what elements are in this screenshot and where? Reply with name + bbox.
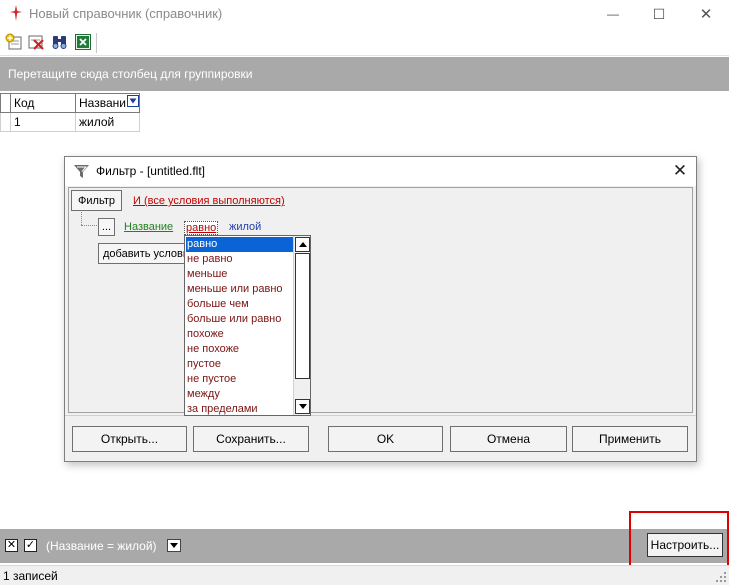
group-by-panel[interactable]: Перетащите сюда столбец для группировки: [0, 57, 729, 91]
condition-menu-label: ...: [101, 221, 112, 233]
operator-option[interactable]: меньше или равно: [186, 282, 294, 297]
status-bar: 1 записей: [0, 565, 729, 585]
operator-option[interactable]: не равно: [186, 252, 294, 267]
close-button[interactable]: ✕: [683, 0, 729, 28]
root-condition-link[interactable]: И (все условия выполняются): [133, 195, 285, 207]
operator-option[interactable]: больше чем: [186, 297, 294, 312]
filter-root-button[interactable]: Фильтр: [71, 190, 122, 211]
ok-button[interactable]: OK: [328, 426, 443, 452]
close-icon: ✕: [6, 539, 17, 551]
column-header-code-label: Код: [14, 96, 35, 110]
record-count: 1 записей: [3, 569, 58, 583]
dialog-close-button[interactable]: ✕: [668, 159, 692, 183]
open-button[interactable]: Открыть...: [72, 426, 187, 452]
toolbar-separator: [96, 33, 97, 53]
operator-option[interactable]: пустое: [186, 357, 294, 372]
maximize-icon: ☐: [652, 5, 666, 22]
open-button-label: Открыть...: [100, 432, 159, 446]
minimize-button[interactable]: —: [590, 0, 636, 28]
toolbar: [0, 29, 729, 56]
condition-value[interactable]: жилой: [229, 221, 261, 233]
operator-option[interactable]: больше или равно: [186, 312, 294, 327]
operator-option[interactable]: не похоже: [186, 342, 294, 357]
operator-dropdown-list[interactable]: равно не равно меньше меньше или равно больш…: [184, 235, 311, 416]
save-button[interactable]: Сохранить...: [193, 426, 309, 452]
filter-dialog: Фильтр - [untitled.flt] ✕ Фильтр И (все …: [64, 156, 697, 462]
group-by-hint: Перетащите сюда столбец для группировки: [8, 67, 253, 81]
scroll-thumb[interactable]: [295, 253, 310, 379]
filter-enabled-checkbox[interactable]: ✓: [24, 539, 37, 552]
table-row-cell-code[interactable]: 1: [11, 113, 76, 132]
clear-filter-button[interactable]: ✕: [5, 539, 18, 552]
save-button-label: Сохранить...: [216, 432, 286, 446]
ok-button-label: OK: [376, 432, 395, 446]
operator-option[interactable]: меньше: [186, 267, 294, 282]
active-filter-bar: ✕ ✓ (Название = жилой): [0, 529, 729, 563]
column-header-name[interactable]: Названи: [75, 93, 140, 113]
cancel-button-label: Отмена: [486, 432, 531, 446]
window-titlebar: Новый справочник (справочник) — ☐ ✕: [0, 0, 729, 28]
add-record-icon[interactable]: [5, 33, 23, 51]
filter-expression[interactable]: (Название = жилой): [46, 539, 157, 553]
find-icon[interactable]: [51, 33, 69, 51]
tree-connector: [81, 212, 82, 225]
check-icon: ✓: [25, 539, 36, 551]
apply-button-label: Применить: [598, 432, 661, 446]
resize-grip-icon[interactable]: [716, 572, 727, 583]
condition-menu-button[interactable]: ...: [98, 218, 115, 236]
table-row-cell-name[interactable]: жилой: [76, 113, 140, 132]
tree-connector-branch: [81, 225, 97, 226]
chevron-down-icon: [170, 543, 178, 548]
close-icon: ✕: [699, 6, 713, 23]
dialog-titlebar: Фильтр - [untitled.flt] ✕: [65, 157, 696, 186]
maximize-button[interactable]: ☐: [636, 0, 682, 28]
filter-history-dropdown[interactable]: [167, 539, 181, 552]
add-condition-label: добавить условие: [103, 247, 186, 260]
window-title: Новый справочник (справочник): [29, 6, 223, 21]
delete-record-icon[interactable]: [27, 33, 45, 51]
operator-option[interactable]: похоже: [186, 327, 294, 342]
highlight-frame: [629, 511, 729, 571]
dialog-divider: [65, 415, 696, 416]
cancel-button[interactable]: Отмена: [450, 426, 567, 452]
filter-condition-tree: Фильтр И (все условия выполняются) ... Н…: [68, 187, 693, 413]
filter-root-label: Фильтр: [78, 194, 115, 207]
app-icon: [10, 5, 22, 21]
minimize-icon: —: [607, 7, 619, 21]
condition-operator-link[interactable]: равно: [184, 221, 219, 235]
add-condition-button[interactable]: добавить условие: [98, 243, 186, 264]
operator-option[interactable]: не пустое: [186, 372, 294, 387]
apply-button[interactable]: Применить: [572, 426, 688, 452]
operator-option[interactable]: равно: [186, 237, 294, 252]
column-filter-icon[interactable]: [127, 95, 139, 107]
scroll-up-icon[interactable]: [295, 237, 310, 252]
excel-export-icon[interactable]: [74, 33, 92, 51]
dialog-title: Фильтр - [untitled.flt]: [96, 164, 206, 178]
row-indicator[interactable]: [0, 113, 11, 132]
column-header-code[interactable]: Код: [10, 93, 76, 113]
filter-funnel-icon: [74, 165, 89, 178]
condition-field-link[interactable]: Название: [124, 221, 173, 233]
column-header-name-label: Названи: [79, 96, 126, 110]
dropdown-scrollbar[interactable]: [293, 236, 310, 415]
operator-option[interactable]: за пределами: [186, 402, 294, 417]
operator-option[interactable]: между: [186, 387, 294, 402]
scroll-down-icon[interactable]: [295, 399, 310, 414]
close-icon: ✕: [672, 161, 688, 180]
